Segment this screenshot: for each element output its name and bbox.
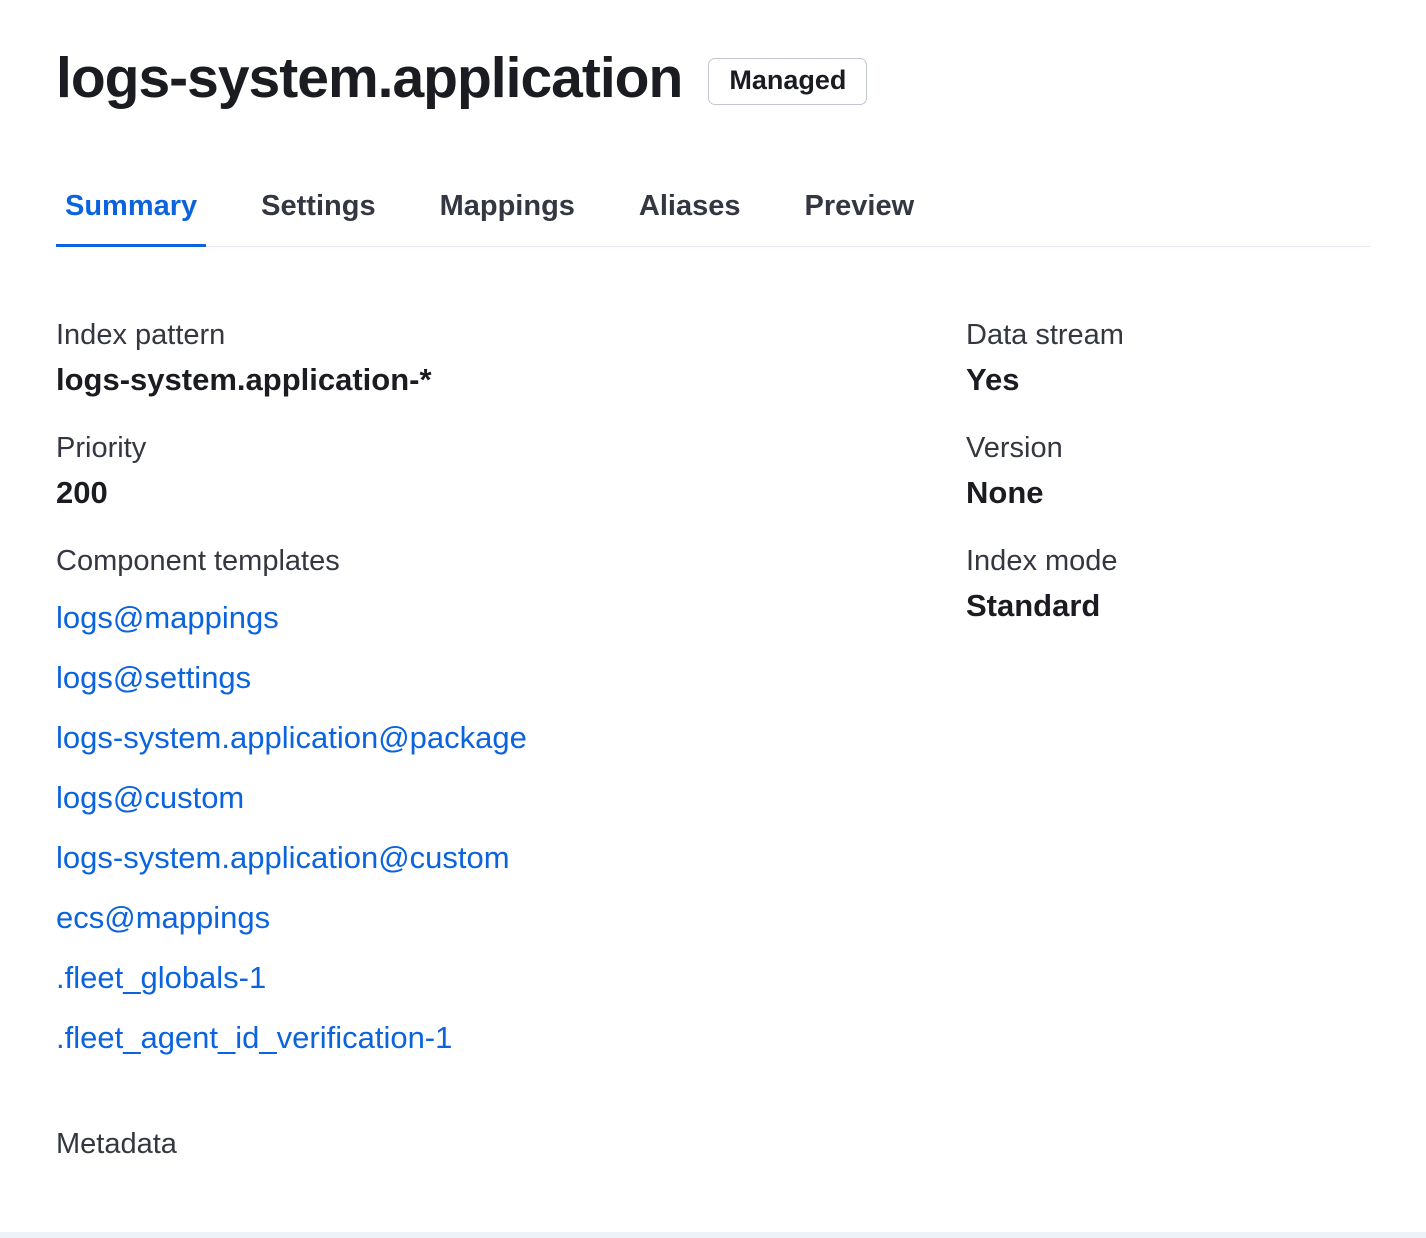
tab-mappings[interactable]: Mappings [431, 190, 584, 247]
page-title: logs-system.application [56, 46, 682, 112]
index-mode-label: Index mode [966, 545, 1370, 578]
tab-bar: Summary Settings Mappings Aliases Previe… [56, 190, 1370, 247]
version-value: None [966, 475, 1370, 511]
tab-preview[interactable]: Preview [796, 190, 924, 247]
metadata-section-label: Metadata [56, 1128, 1370, 1161]
index-mode-group: Index mode Standard [966, 545, 1370, 624]
component-template-link[interactable]: ecs@mappings [56, 888, 270, 948]
data-stream-value: Yes [966, 362, 1370, 398]
component-template-link[interactable]: .fleet_globals-1 [56, 948, 266, 1008]
page-header: logs-system.application Managed [56, 46, 1370, 112]
component-template-link[interactable]: logs@custom [56, 768, 244, 828]
index-mode-value: Standard [966, 588, 1370, 624]
priority-label: Priority [56, 432, 966, 465]
component-templates-list: logs@mappings logs@settings logs-system.… [56, 588, 966, 1068]
details-right-column: Data stream Yes Version None Index mode … [966, 319, 1370, 658]
metadata-section-divider [0, 1232, 1426, 1238]
index-pattern-label: Index pattern [56, 319, 966, 352]
component-template-link[interactable]: .fleet_agent_id_verification-1 [56, 1008, 452, 1068]
template-details-page: logs-system.application Managed Summary … [0, 0, 1426, 1238]
component-template-link[interactable]: logs@mappings [56, 588, 279, 648]
data-stream-label: Data stream [966, 319, 1370, 352]
priority-value: 200 [56, 475, 966, 511]
summary-details: Index pattern logs-system.application-* … [56, 319, 1370, 1102]
tab-summary[interactable]: Summary [56, 190, 206, 247]
version-group: Version None [966, 432, 1370, 511]
details-left-column: Index pattern logs-system.application-* … [56, 319, 966, 1102]
priority-group: Priority 200 [56, 432, 966, 511]
managed-badge: Managed [708, 58, 867, 105]
tab-aliases[interactable]: Aliases [630, 190, 750, 247]
component-templates-label: Component templates [56, 545, 966, 578]
data-stream-group: Data stream Yes [966, 319, 1370, 398]
index-pattern-value: logs-system.application-* [56, 362, 966, 398]
component-template-link[interactable]: logs-system.application@custom [56, 828, 510, 888]
component-template-link[interactable]: logs-system.application@package [56, 708, 527, 768]
index-pattern-group: Index pattern logs-system.application-* [56, 319, 966, 398]
component-template-link[interactable]: logs@settings [56, 648, 251, 708]
version-label: Version [966, 432, 1370, 465]
tab-settings[interactable]: Settings [252, 190, 384, 247]
component-templates-group: Component templates logs@mappings logs@s… [56, 545, 966, 1068]
